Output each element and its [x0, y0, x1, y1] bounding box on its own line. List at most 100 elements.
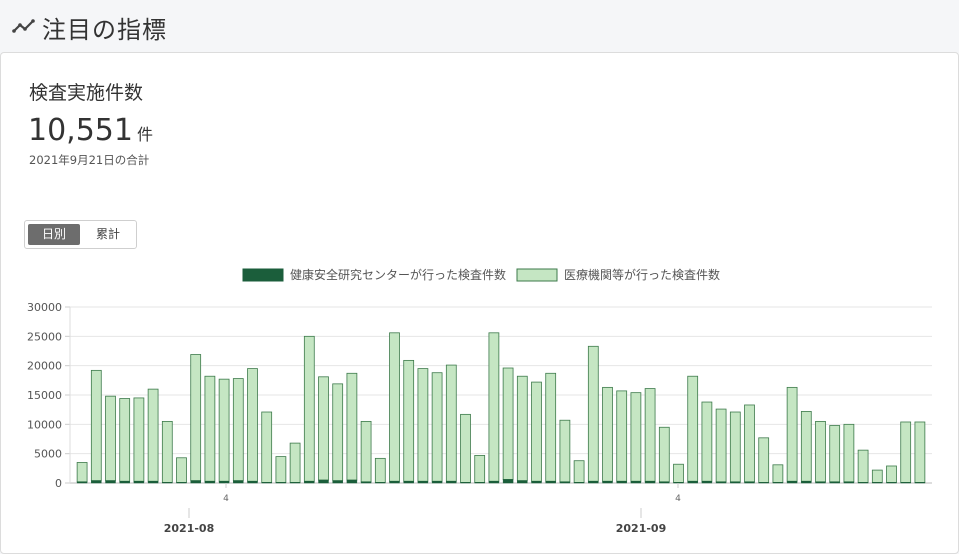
bar-center: [176, 482, 187, 484]
bar-center: [204, 480, 216, 484]
bar-center: [758, 482, 769, 484]
bar-center: [673, 482, 684, 484]
bar-medical: [815, 420, 826, 483]
bar-medical: [687, 375, 699, 482]
bar-center: [346, 479, 358, 484]
bar-center: [687, 480, 698, 484]
bar-medical: [488, 332, 500, 482]
bar-medical: [900, 421, 912, 483]
bar-medical: [275, 456, 287, 483]
bar-medical: [914, 421, 926, 483]
bar-medical: [417, 368, 429, 482]
bar-medical: [701, 401, 713, 482]
bar-center: [162, 482, 173, 484]
y-tick-label: 25000: [27, 330, 62, 343]
bar-center: [644, 480, 656, 484]
bar-medical: [602, 386, 613, 482]
bar-center: [730, 481, 741, 484]
bar-center: [502, 479, 514, 484]
bar-medical: [516, 375, 528, 482]
legend-swatch-medical[interactable]: [516, 268, 558, 282]
test-count-chart: 健康安全研究センターが行った検査件数 医療機関等が行った検査件数 30000 25…: [27, 267, 932, 535]
bar-medical: [758, 437, 770, 483]
bar-medical: [445, 364, 457, 482]
bar-center: [218, 480, 230, 484]
bar-medical: [76, 462, 88, 483]
bar-medical: [829, 425, 841, 483]
y-tick-label: 15000: [27, 389, 62, 402]
bar-center: [602, 480, 613, 484]
bar-center: [91, 480, 102, 484]
bar-medical: [559, 419, 571, 483]
bar-center: [559, 481, 571, 484]
bar-medical: [658, 426, 670, 483]
bar-medical: [176, 457, 187, 483]
bar-medical: [360, 420, 372, 483]
bar-center: [275, 482, 287, 484]
bar-center: [474, 482, 485, 484]
bar-center: [389, 480, 400, 484]
bar-center: [233, 480, 244, 484]
bar-medical: [218, 378, 230, 482]
legend-label-medical[interactable]: 医療機関等が行った検査件数: [564, 267, 720, 282]
bar-medical: [644, 388, 656, 482]
bar-medical: [545, 372, 557, 482]
bar-center: [630, 480, 642, 484]
bar-center: [772, 482, 784, 484]
bar-medical: [531, 381, 542, 482]
bar-medical: [786, 386, 798, 482]
bar-medical: [715, 408, 727, 483]
bar-center: [715, 481, 727, 484]
bar-center: [801, 480, 812, 484]
bar-medical: [374, 457, 386, 483]
bar-center: [431, 480, 443, 484]
bar-medical: [161, 420, 173, 483]
x-minor-label: 4: [675, 494, 681, 504]
legend-swatch-center[interactable]: [242, 268, 284, 282]
bar-center: [446, 480, 457, 484]
bar-medical: [346, 372, 358, 481]
bar-center: [105, 480, 116, 484]
bar-medical: [772, 464, 784, 483]
bar-center: [886, 482, 897, 484]
bar-medical: [105, 395, 116, 482]
y-tick-label: 0: [55, 477, 62, 490]
bar-medical: [332, 383, 344, 482]
bar-medical: [616, 390, 628, 482]
bar-medical: [261, 411, 273, 483]
bar-center: [531, 480, 542, 484]
bar-center: [573, 482, 585, 484]
y-tick-label: 10000: [27, 418, 62, 431]
bar-medical: [673, 463, 684, 483]
bar-center: [829, 481, 840, 484]
bar-center: [304, 480, 315, 484]
legend-label-center[interactable]: 健康安全研究センターが行った検査件数: [290, 267, 506, 282]
bar-medical: [474, 455, 486, 483]
bar-medical: [90, 369, 102, 482]
bar-center: [76, 481, 88, 484]
bar-center: [744, 481, 755, 484]
bar-medical: [587, 345, 599, 482]
y-tick-label: 30000: [27, 301, 62, 314]
bar-center: [843, 481, 855, 484]
bar-center: [247, 480, 258, 484]
bar-center: [616, 480, 627, 484]
y-tick-label: 5000: [34, 448, 62, 461]
bar-center: [900, 482, 911, 484]
bar-center: [460, 482, 471, 484]
bar-medical: [502, 367, 514, 480]
bar-medical: [389, 332, 400, 482]
bar-medical: [119, 398, 131, 482]
bar-center: [417, 480, 429, 484]
bar-medical: [289, 442, 301, 483]
bar-center: [119, 480, 130, 484]
bar-center: [659, 481, 670, 484]
bar-medical: [729, 411, 741, 483]
y-axis: 30000 25000 20000 15000 10000 5000 0: [27, 301, 62, 490]
bar-medical: [573, 460, 585, 483]
bar-center: [517, 480, 528, 484]
bar-center: [147, 480, 159, 484]
bar-medical: [857, 449, 869, 483]
bar-medical: [232, 378, 244, 482]
bar-medical: [871, 469, 883, 483]
